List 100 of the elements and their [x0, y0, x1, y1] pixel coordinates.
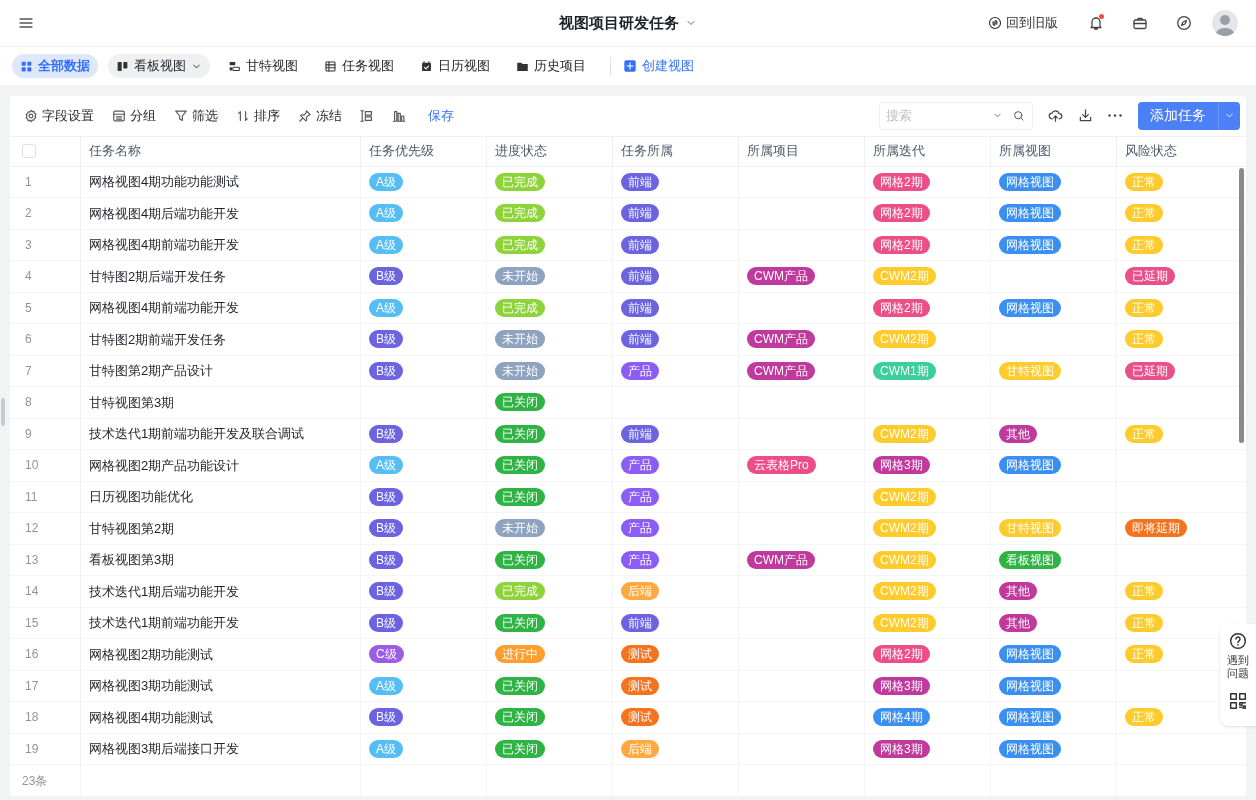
- column-header[interactable]: 风险状态: [1125, 141, 1177, 161]
- column-header[interactable]: 任务名称: [89, 141, 141, 161]
- column-header[interactable]: 所属迭代: [873, 141, 925, 161]
- task-name-cell-text: 网格视图2期功能测试: [89, 645, 214, 664]
- tag: 云表格Pro: [747, 456, 816, 475]
- tag: 网格3期: [873, 456, 930, 475]
- tag: CWM2期: [873, 330, 936, 349]
- view-tab[interactable]: 甘特视图: [220, 54, 306, 78]
- task-name-cell-text: 甘特图第2期产品设计: [89, 362, 214, 380]
- tag: 正常: [1125, 424, 1163, 443]
- task-name-cell-text: 甘特视图第2期: [89, 519, 175, 538]
- calendar-icon: [420, 59, 433, 73]
- task-name-cell-text: 技术迭代1期后端功能开发: [89, 582, 240, 601]
- column-header[interactable]: 任务优先级: [369, 141, 434, 161]
- notification-button[interactable]: [1088, 15, 1104, 31]
- tag: 前端: [621, 172, 659, 191]
- tag: CWM2期: [873, 424, 936, 443]
- tag: CWM2期: [873, 487, 936, 506]
- old-version-link[interactable]: 回到旧版: [988, 13, 1058, 33]
- row-number: 2: [25, 205, 32, 223]
- table-icon: [324, 59, 337, 73]
- column-header[interactable]: 所属项目: [747, 141, 799, 161]
- tag: CWM1期: [873, 361, 936, 380]
- cloud-upload-icon: [1048, 108, 1063, 124]
- upload-button[interactable]: [1048, 108, 1063, 124]
- tag: A级: [369, 172, 403, 191]
- view-tab[interactable]: 任务视图: [316, 54, 402, 78]
- toolbar-button[interactable]: 排序: [236, 106, 280, 126]
- toolbar-button[interactable]: 字段设置: [24, 106, 94, 126]
- row-number: 9: [25, 425, 32, 443]
- tag: CWM2期: [873, 519, 936, 538]
- row-height-button[interactable]: [360, 108, 374, 123]
- plus-square-icon: [623, 59, 637, 73]
- scroll-handle[interactable]: [1, 398, 5, 426]
- tag: 产品: [621, 487, 659, 506]
- tag: 网格视图: [999, 739, 1061, 758]
- column-header[interactable]: 所属视图: [999, 141, 1051, 161]
- tag: B级: [369, 613, 403, 632]
- column-header[interactable]: 任务所属: [621, 141, 673, 161]
- scrollbar-thumb[interactable]: [1239, 167, 1244, 443]
- view-tab[interactable]: 看板视图: [108, 54, 210, 78]
- menu-icon[interactable]: [18, 15, 34, 31]
- tag: 网格2期: [873, 235, 930, 254]
- avatar[interactable]: [1212, 10, 1238, 36]
- tag: A级: [369, 298, 403, 317]
- help-icon[interactable]: [1229, 632, 1247, 650]
- task-name-cell-text: 网格视图4期功能功能测试: [89, 173, 240, 191]
- tag: 未开始: [495, 330, 545, 349]
- download-icon: [1078, 108, 1093, 124]
- tag: 已关闭: [495, 487, 545, 506]
- select-all-checkbox[interactable]: [22, 144, 36, 158]
- tag: 产品: [621, 361, 659, 380]
- save-button[interactable]: 保存: [428, 106, 454, 126]
- chart-button[interactable]: [392, 108, 406, 123]
- row-number: 18: [25, 709, 39, 727]
- tag: 产品: [621, 456, 659, 475]
- toolbar-button[interactable]: 分组: [112, 106, 156, 126]
- briefcase-button[interactable]: [1132, 15, 1148, 31]
- row-number: 12: [25, 520, 39, 538]
- search-icon: [1013, 109, 1025, 122]
- column-header[interactable]: 进度状态: [495, 141, 547, 161]
- tag: 前端: [621, 267, 659, 286]
- download-button[interactable]: [1078, 108, 1093, 124]
- bell-icon: [1088, 15, 1104, 31]
- tag: CWM产品: [747, 330, 815, 349]
- tag: B级: [369, 582, 403, 601]
- toolbar-button[interactable]: 冻结: [298, 106, 342, 126]
- row-number: 6: [25, 331, 32, 349]
- view-tab[interactable]: 历史项目: [508, 54, 594, 78]
- toolbar-button[interactable]: 筛选: [174, 106, 218, 126]
- qr-code-icon[interactable]: [1229, 692, 1247, 710]
- view-tab[interactable]: 日历视图: [412, 54, 498, 78]
- tag: 网格3期: [873, 739, 930, 758]
- row-number: 7: [25, 362, 32, 380]
- tag: B级: [369, 487, 403, 506]
- tag: 未开始: [495, 267, 545, 286]
- tag: 其他: [999, 582, 1037, 601]
- row-number: 5: [25, 299, 32, 317]
- search-field[interactable]: 搜索: [879, 101, 1033, 130]
- swap-icon: [988, 16, 1002, 30]
- tag: 网格2期: [873, 645, 930, 664]
- tag: CWM2期: [873, 550, 936, 569]
- row-number: 1: [25, 173, 32, 191]
- project-title[interactable]: 视图项目研发任务: [559, 11, 697, 35]
- tag: 前端: [621, 613, 659, 632]
- help-label[interactable]: 遇到问题: [1226, 654, 1250, 680]
- create-view-button[interactable]: 创建视图: [623, 56, 694, 76]
- tag: 测试: [621, 676, 659, 695]
- tag: 其他: [999, 613, 1037, 632]
- tag: 网格视图: [999, 456, 1061, 475]
- tag: 已完成: [495, 204, 545, 223]
- task-name-cell-text: 网格视图3期功能测试: [89, 677, 214, 695]
- tag: 已完成: [495, 582, 545, 601]
- tag: 网格视图: [999, 204, 1061, 223]
- tag: 甘特视图: [999, 361, 1061, 380]
- grid-icon: [20, 59, 33, 73]
- compass-button[interactable]: [1176, 15, 1192, 31]
- tag: A级: [369, 235, 403, 254]
- tag: A级: [369, 204, 403, 223]
- task-name-cell-text: 网格视图4期前端功能开发: [89, 236, 240, 254]
